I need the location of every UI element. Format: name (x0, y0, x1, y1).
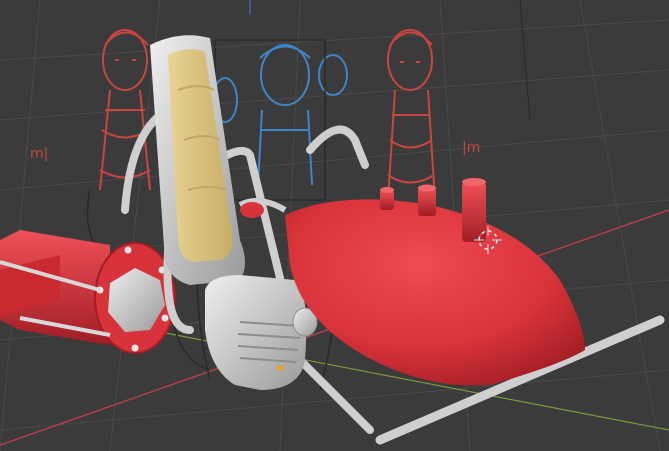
viewport-canvas[interactable]: m| |m (0, 0, 669, 451)
annotation-left: m| (30, 146, 48, 162)
annotation-right: |m (462, 140, 480, 156)
red-cylinder-part (0, 230, 176, 354)
reference-sketch-blue (212, 44, 348, 186)
seat (150, 35, 245, 285)
reference-sketch-red-right: |m (387, 29, 480, 201)
3d-viewport[interactable]: m| |m (0, 0, 669, 451)
